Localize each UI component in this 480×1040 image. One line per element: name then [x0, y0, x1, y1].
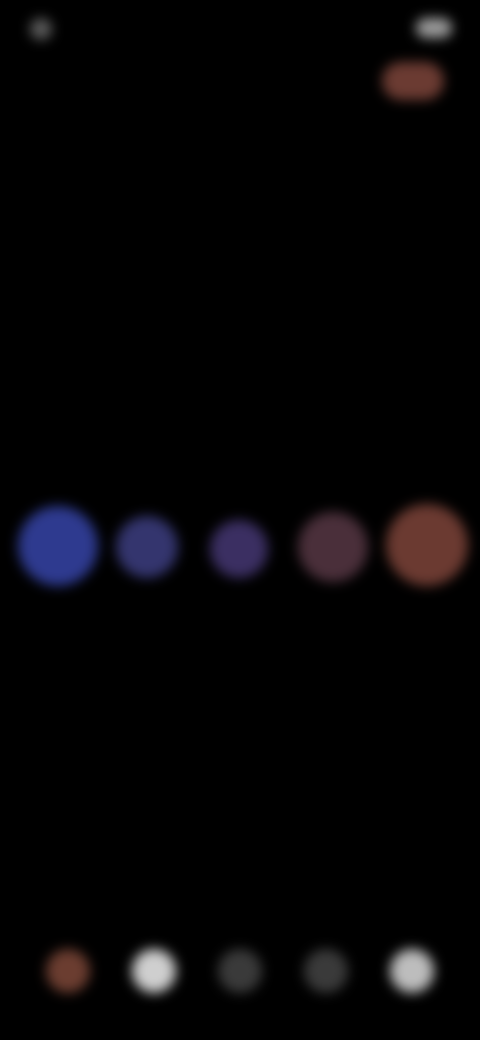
status-bar — [0, 18, 480, 42]
rating-scale — [0, 498, 480, 588]
bottom-tab-bar — [0, 936, 480, 1006]
status-dot-icon — [30, 18, 52, 40]
chart-icon — [304, 949, 348, 993]
scale-option-1[interactable] — [18, 506, 98, 586]
battery-icon — [416, 18, 452, 38]
scale-option-3[interactable] — [210, 520, 268, 578]
profile-icon — [46, 949, 90, 993]
blurred-screen — [0, 0, 480, 1040]
tab-chart[interactable] — [297, 942, 355, 1000]
scale-option-5[interactable] — [386, 504, 468, 586]
scale-option-4[interactable] — [298, 512, 368, 582]
status-right — [408, 18, 452, 38]
tab-profile[interactable] — [39, 942, 97, 1000]
grid-icon — [218, 949, 262, 993]
tab-home[interactable] — [125, 942, 183, 1000]
status-left — [30, 18, 62, 40]
home-icon — [132, 949, 176, 993]
tab-grid[interactable] — [211, 942, 269, 1000]
tab-settings[interactable] — [383, 942, 441, 1000]
settings-icon — [390, 949, 434, 993]
avatar[interactable] — [382, 62, 444, 100]
scale-option-2[interactable] — [116, 516, 178, 578]
